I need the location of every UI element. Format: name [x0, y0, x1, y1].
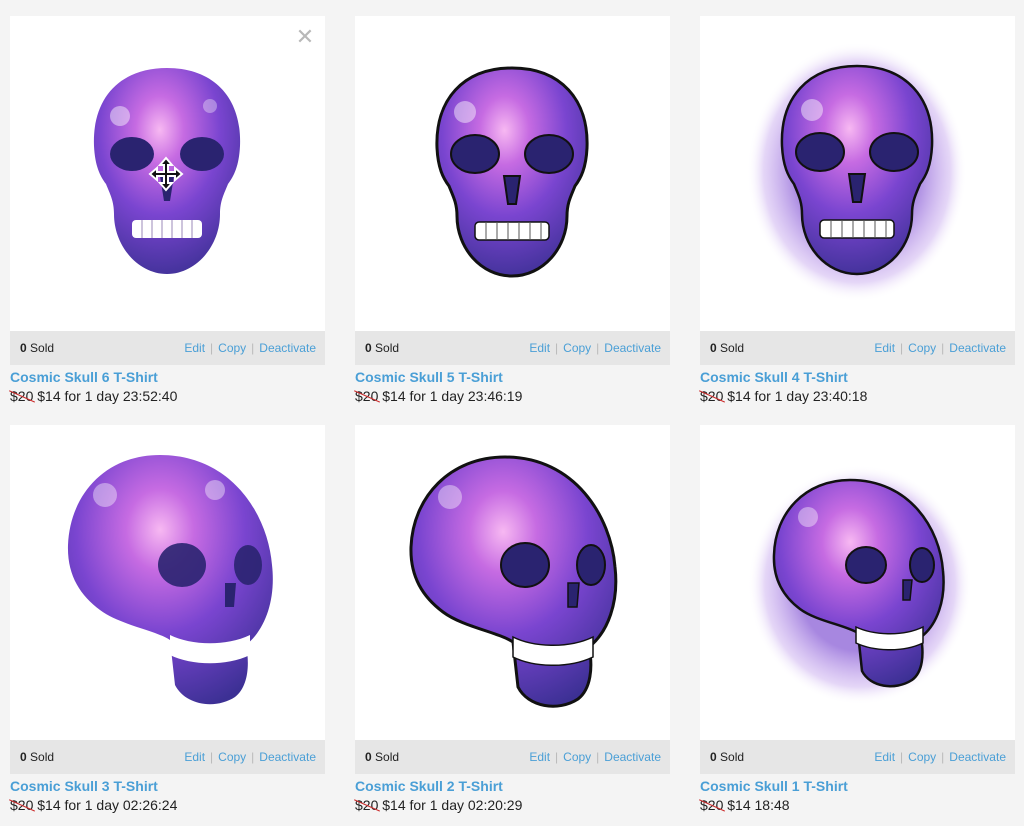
copy-link[interactable]: Copy	[563, 341, 591, 355]
product-title[interactable]: Cosmic Skull 1 T-Shirt	[700, 778, 1015, 794]
deactivate-link[interactable]: Deactivate	[949, 341, 1006, 355]
old-price: $20	[355, 797, 379, 813]
product-title[interactable]: Cosmic Skull 6 T-Shirt	[10, 369, 325, 385]
copy-link[interactable]: Copy	[908, 341, 936, 355]
divider: |	[900, 750, 904, 764]
sale-timer: 18:48	[754, 797, 790, 813]
sold-count: 0 Sold	[365, 341, 400, 355]
product-image[interactable]	[700, 425, 1015, 740]
price-line: $20 $14 for 1 day 23:46:19	[355, 388, 670, 404]
product-image[interactable]	[10, 425, 325, 740]
price-line: $20 $14 18:48	[700, 797, 1015, 813]
copy-link[interactable]: Copy	[218, 750, 246, 764]
product-action-bar: 0 Sold Edit | Copy | Deactivate	[10, 740, 325, 774]
old-price: $20	[10, 797, 34, 813]
galaxy-skull-image	[748, 465, 972, 705]
copy-link[interactable]: Copy	[563, 750, 591, 764]
sold-count: 0 Sold	[20, 341, 55, 355]
product-title[interactable]: Cosmic Skull 3 T-Shirt	[10, 778, 325, 794]
divider: |	[941, 750, 945, 764]
sold-count: 0 Sold	[20, 750, 55, 764]
deactivate-link[interactable]: Deactivate	[949, 750, 1006, 764]
sale-timer: for 1 day 23:40:18	[754, 388, 868, 404]
galaxy-skull-image	[435, 66, 589, 278]
copy-link[interactable]: Copy	[218, 341, 246, 355]
product-title[interactable]: Cosmic Skull 4 T-Shirt	[700, 369, 1015, 385]
divider: |	[555, 750, 559, 764]
new-price: $14	[37, 388, 61, 404]
deactivate-link[interactable]: Deactivate	[604, 341, 661, 355]
old-price: $20	[700, 388, 724, 404]
product-action-bar: 0 Sold Edit | Copy | Deactivate	[700, 331, 1015, 365]
galaxy-skull-image	[747, 42, 967, 302]
deactivate-link[interactable]: Deactivate	[259, 750, 316, 764]
price-line: $20 $14 for 1 day 02:26:24	[10, 797, 325, 813]
new-price: $14	[37, 797, 61, 813]
new-price: $14	[382, 388, 406, 404]
old-price: $20	[355, 388, 379, 404]
close-icon[interactable]: ✕	[294, 26, 316, 48]
product-title[interactable]: Cosmic Skull 5 T-Shirt	[355, 369, 670, 385]
divider: |	[596, 750, 600, 764]
product-image[interactable]	[355, 425, 670, 740]
sale-timer: for 1 day 23:52:40	[64, 388, 178, 404]
edit-link[interactable]: Edit	[874, 750, 895, 764]
divider: |	[210, 750, 214, 764]
divider: |	[251, 750, 255, 764]
new-price: $14	[727, 797, 751, 813]
deactivate-link[interactable]: Deactivate	[604, 750, 661, 764]
new-price: $14	[727, 388, 751, 404]
product-image[interactable]	[355, 16, 670, 331]
edit-link[interactable]: Edit	[874, 341, 895, 355]
price-line: $20 $14 for 1 day 02:20:29	[355, 797, 670, 813]
divider: |	[596, 341, 600, 355]
old-price: $20	[700, 797, 724, 813]
product-action-bar: 0 Sold Edit | Copy | Deactivate	[10, 331, 325, 365]
divider: |	[941, 341, 945, 355]
sold-count: 0 Sold	[365, 750, 400, 764]
product-action-bar: 0 Sold Edit | Copy | Deactivate	[355, 740, 670, 774]
product-action-bar: 0 Sold Edit | Copy | Deactivate	[700, 740, 1015, 774]
divider: |	[555, 341, 559, 355]
new-price: $14	[382, 797, 406, 813]
galaxy-skull-image	[409, 455, 618, 708]
divider: |	[210, 341, 214, 355]
sold-count: 0 Sold	[710, 341, 745, 355]
price-line: $20 $14 for 1 day 23:52:40	[10, 388, 325, 404]
edit-link[interactable]: Edit	[529, 750, 550, 764]
move-cursor-icon	[148, 156, 184, 192]
product-image[interactable]	[700, 16, 1015, 331]
divider: |	[251, 341, 255, 355]
edit-link[interactable]: Edit	[184, 341, 205, 355]
product-title[interactable]: Cosmic Skull 2 T-Shirt	[355, 778, 670, 794]
sale-timer: for 1 day 02:26:24	[64, 797, 178, 813]
old-price: $20	[10, 388, 34, 404]
edit-link[interactable]: Edit	[184, 750, 205, 764]
product-image[interactable]: ✕	[10, 16, 325, 331]
sale-timer: for 1 day 02:20:29	[409, 797, 523, 813]
galaxy-skull-image	[67, 455, 273, 705]
deactivate-link[interactable]: Deactivate	[259, 341, 316, 355]
product-action-bar: 0 Sold Edit | Copy | Deactivate	[355, 331, 670, 365]
divider: |	[900, 341, 904, 355]
price-line: $20 $14 for 1 day 23:40:18	[700, 388, 1015, 404]
edit-link[interactable]: Edit	[529, 341, 550, 355]
copy-link[interactable]: Copy	[908, 750, 936, 764]
sold-count: 0 Sold	[710, 750, 745, 764]
sale-timer: for 1 day 23:46:19	[409, 388, 523, 404]
